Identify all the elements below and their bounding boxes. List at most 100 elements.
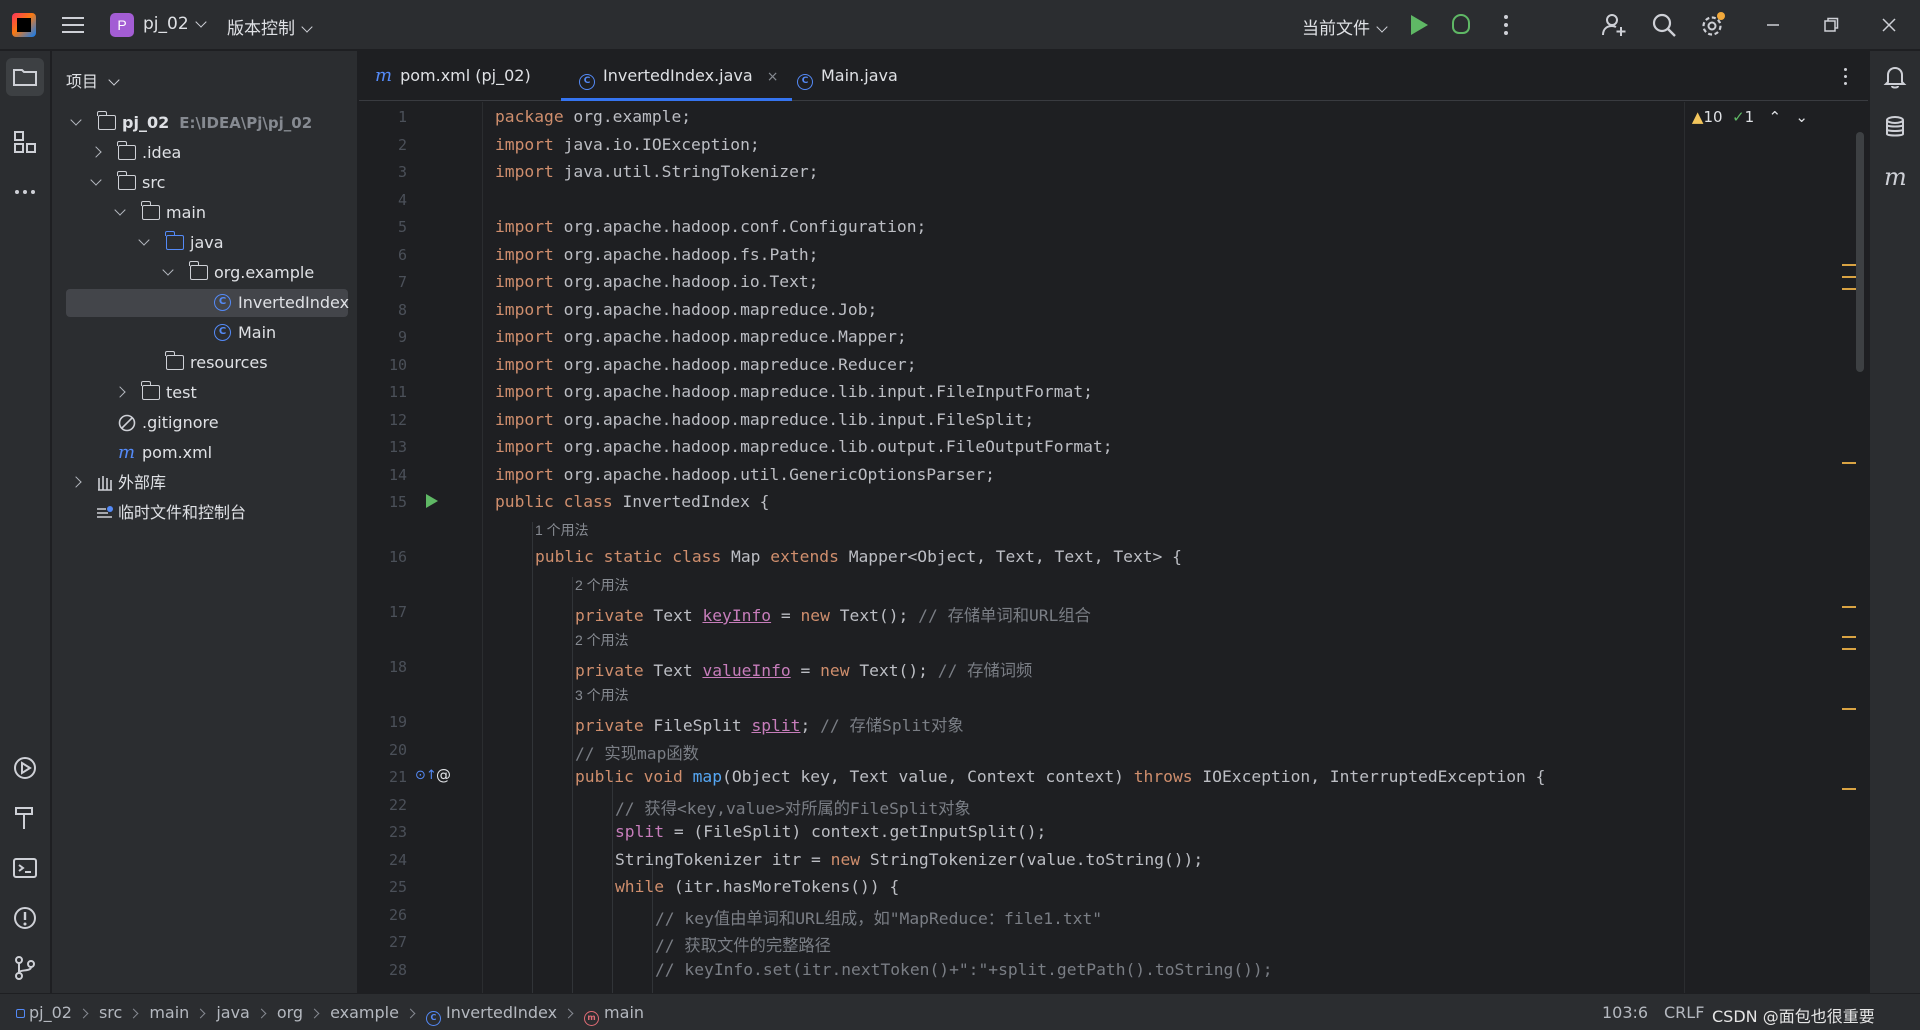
services-icon[interactable] [11,754,39,782]
breadcrumb-item[interactable]: src [99,1003,122,1022]
code-editor[interactable]: 1 2 3 4 5 6 7 8 9 10 11 12 13 14 15 16 17 18 19 20 21 22 23 24 2… [359,102,1868,993]
inspection-widget[interactable]: ▲10 ✓1 ⌃ ⌄ [1692,108,1808,126]
tree-item-java[interactable]: java [66,229,348,257]
tab-pom-xml[interactable]: m pom.xml (pj_02) [375,51,531,101]
breadcrumb-item[interactable]: main [604,1003,644,1022]
warning-marker[interactable] [1842,636,1856,638]
project-badge[interactable]: P [110,13,134,37]
notifications-icon[interactable] [1881,63,1909,91]
indent-guide [612,777,613,993]
expand-arrow-icon[interactable] [162,264,174,276]
tree-item-pom-xml[interactable]: m pom.xml [66,439,348,467]
warning-marker[interactable] [1842,264,1856,266]
tree-item-main-class[interactable]: C Main [66,319,348,347]
more-tools-icon[interactable] [11,178,39,206]
tab-label: Main.java [821,66,898,85]
breadcrumb-item[interactable]: org [277,1003,303,1022]
line-number: 15 [388,493,407,511]
breadcrumb-item[interactable]: InvertedIndex [446,1003,557,1022]
code-line: import org.apache.hadoop.mapreduce.Reduc… [495,355,917,374]
build-icon[interactable] [11,804,39,832]
tree-item-src[interactable]: src [66,169,348,197]
run-config-selector[interactable]: 当前文件 [1302,14,1388,39]
chevron-down-icon[interactable]: ⌄ [1795,108,1808,126]
restore-icon[interactable] [1822,16,1840,34]
status-bar: pj_02 src main java org example C InvertedIndex… [0,993,1920,1030]
usage-hint[interactable]: 3 个用法 [575,685,629,705]
chevron-right-icon [563,1008,574,1019]
expand-arrow-icon[interactable] [114,204,126,216]
run-icon[interactable] [1411,15,1428,35]
close-tab-icon[interactable]: × [767,69,779,85]
terminal-icon[interactable] [11,854,39,882]
project-switcher[interactable]: pj_02 [143,14,207,34]
intellij-logo-icon[interactable] [12,13,36,37]
git-icon[interactable] [11,954,39,982]
code-line: import org.apache.hadoop.mapreduce.lib.o… [495,437,1113,456]
tree-item-scratches[interactable]: 临时文件和控制台 [66,499,348,527]
tab-main-java[interactable]: C Main.java [797,51,898,101]
line-number: 25 [388,878,407,896]
chevron-up-icon[interactable]: ⌃ [1769,108,1782,126]
expand-arrow-icon[interactable] [90,146,102,158]
warning-marker[interactable] [1842,708,1856,710]
more-icon[interactable] [1504,15,1508,35]
warning-marker[interactable] [1842,288,1856,290]
breadcrumb-item[interactable]: pj_02 [29,1003,72,1022]
tree-item-main[interactable]: main [66,199,348,227]
tree-item-pj-02[interactable]: pj_02 E:\IDEA\Pj\pj_02 [66,109,348,137]
search-icon[interactable] [1651,12,1677,38]
maven-tool-icon[interactable]: m [1881,163,1909,191]
vcs-menu[interactable]: 版本控制 [227,14,313,39]
add-user-icon[interactable] [1601,12,1627,38]
warning-marker[interactable] [1842,788,1856,790]
annotation-gutter-icon[interactable]: @ [436,766,451,784]
database-icon[interactable] [1881,113,1909,141]
hamburger-icon[interactable] [62,15,84,35]
vertical-scrollbar[interactable] [1856,132,1864,372]
structure-icon[interactable] [11,128,39,156]
override-gutter-icon[interactable]: ⊙↑ [415,768,437,783]
warning-marker[interactable] [1842,276,1856,278]
folder-icon[interactable] [11,63,39,91]
tree-item-resources[interactable]: resources [66,349,348,377]
line-number: 5 [397,218,407,236]
code-area[interactable]: package org.example; import java.io.IOEx… [485,102,1725,993]
code-line: import org.apache.hadoop.mapreduce.Mappe… [495,327,907,346]
warning-marker[interactable] [1842,462,1856,464]
line-separator[interactable]: CRLF [1664,1003,1704,1022]
breadcrumb-item[interactable]: main [149,1003,189,1022]
expand-arrow-icon[interactable] [70,476,82,488]
tree-item-org-example[interactable]: org.example [66,259,348,287]
problems-icon[interactable] [11,904,39,932]
caret-position[interactable]: 103:6 [1602,1003,1648,1022]
tab-options-icon[interactable] [1844,68,1848,86]
usage-hint[interactable]: 2 个用法 [575,575,629,595]
gear-icon[interactable] [1700,12,1726,38]
debug-icon[interactable] [1452,14,1470,34]
run-gutter-icon[interactable] [426,494,438,508]
tree-item-external-libraries[interactable]: 外部库 [66,469,348,497]
chevron-down-icon [194,16,207,28]
expand-arrow-icon[interactable] [70,114,82,126]
tree-item-idea[interactable]: .idea [66,139,348,167]
line-number: 6 [397,246,407,264]
expand-arrow-icon[interactable] [114,386,126,398]
project-panel-header[interactable]: 项目 [66,68,120,92]
tree-item-invertedindex[interactable]: C InvertedIndex [66,289,349,317]
tree-item-test[interactable]: test [66,379,348,407]
warning-marker[interactable] [1842,606,1856,608]
chevron-down-icon [108,74,120,86]
breadcrumb-item[interactable]: java [216,1003,250,1022]
expand-arrow-icon[interactable] [90,174,102,186]
line-number: 3 [397,163,407,181]
minimize-icon[interactable] [1764,16,1782,34]
breadcrumb-item[interactable]: example [330,1003,399,1022]
expand-arrow-icon[interactable] [138,234,150,246]
usage-hint[interactable]: 2 个用法 [575,630,629,650]
warning-marker[interactable] [1842,648,1856,650]
tree-item-gitignore[interactable]: .gitignore [66,409,348,437]
tab-invertedindex-java[interactable]: C InvertedIndex.java × [560,51,793,101]
close-icon[interactable] [1880,16,1898,34]
usage-hint[interactable]: 1 个用法 [535,520,589,540]
